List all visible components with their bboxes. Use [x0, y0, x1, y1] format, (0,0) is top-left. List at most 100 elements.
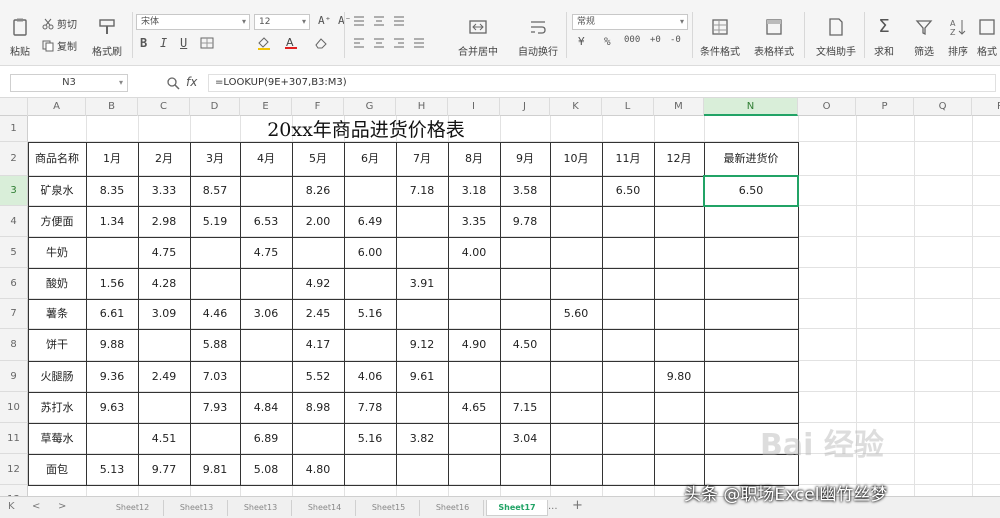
price-cell[interactable]: 8.35	[86, 176, 138, 206]
clear-format-icon[interactable]	[314, 37, 328, 49]
thousands-icon[interactable]: 000	[624, 35, 640, 45]
sheet-tab[interactable]: Sheet15	[358, 500, 420, 516]
price-cell[interactable]: 7.15	[500, 392, 550, 423]
sheet-tab[interactable]: Sheet14	[294, 500, 356, 516]
product-name-cell[interactable]: 酸奶	[28, 268, 86, 299]
product-name-cell[interactable]: 方便面	[28, 206, 86, 237]
header-cell[interactable]: 6月	[344, 142, 396, 176]
price-cell[interactable]: 6.53	[240, 206, 292, 237]
price-cell[interactable]: 4.00	[448, 237, 500, 268]
header-cell[interactable]: 商品名称	[28, 142, 86, 176]
price-cell[interactable]: 9.63	[86, 392, 138, 423]
price-cell[interactable]: 5.19	[190, 206, 240, 237]
product-name-cell[interactable]: 草莓水	[28, 423, 86, 454]
column-header-o[interactable]: O	[798, 98, 856, 116]
header-cell[interactable]: 4月	[240, 142, 292, 176]
price-cell[interactable]: 3.06	[240, 299, 292, 329]
active-cell-cursor[interactable]	[703, 175, 799, 207]
header-cell[interactable]: 11月	[602, 142, 654, 176]
fill-color-icon[interactable]	[256, 36, 272, 50]
doc-helper-button[interactable]: 文档助手	[810, 14, 862, 58]
header-cell[interactable]: 8月	[448, 142, 500, 176]
next-sheet-icon[interactable]: >	[58, 501, 66, 512]
column-header-r[interactable]: R	[972, 98, 1000, 116]
header-cell[interactable]: 1月	[86, 142, 138, 176]
row-header-7[interactable]: 7	[0, 299, 28, 329]
header-cell[interactable]: 10月	[550, 142, 602, 176]
price-cell[interactable]: 3.35	[448, 206, 500, 237]
column-header-e[interactable]: E	[240, 98, 292, 116]
price-cell[interactable]: 6.89	[240, 423, 292, 454]
price-cell[interactable]: 3.09	[138, 299, 190, 329]
sheet-tab[interactable]: Sheet13	[166, 500, 228, 516]
price-cell[interactable]: 2.45	[292, 299, 344, 329]
row-header-3[interactable]: 3	[0, 176, 28, 206]
column-header-h[interactable]: H	[396, 98, 448, 116]
zoom-icon[interactable]	[166, 76, 180, 90]
sheet-tab[interactable]: Sheet12	[102, 500, 164, 516]
price-cell[interactable]: 8.57	[190, 176, 240, 206]
price-cell[interactable]: 9.61	[396, 361, 448, 392]
row-header-10[interactable]: 10	[0, 392, 28, 423]
price-cell[interactable]: 9.78	[500, 206, 550, 237]
wrap-text-button[interactable]: 自动换行	[512, 14, 564, 58]
product-name-cell[interactable]: 面包	[28, 454, 86, 485]
price-cell[interactable]: 2.49	[138, 361, 190, 392]
price-cell[interactable]: 4.51	[138, 423, 190, 454]
price-cell[interactable]: 9.80	[654, 361, 704, 392]
price-cell[interactable]: 3.82	[396, 423, 448, 454]
price-cell[interactable]: 2.98	[138, 206, 190, 237]
row-header-5[interactable]: 5	[0, 237, 28, 268]
vertical-align-icons[interactable]	[352, 14, 412, 28]
row-header-13[interactable]: 13	[0, 485, 28, 496]
font-grow-button[interactable]: A⁺	[318, 14, 331, 27]
price-cell[interactable]: 4.80	[292, 454, 344, 485]
price-cell[interactable]: 7.03	[190, 361, 240, 392]
row-header-12[interactable]: 12	[0, 454, 28, 485]
price-cell[interactable]: 5.16	[344, 299, 396, 329]
increase-decimal-icon[interactable]: +0	[650, 35, 661, 45]
product-name-cell[interactable]: 薯条	[28, 299, 86, 329]
column-header-i[interactable]: I	[448, 98, 500, 116]
conditional-format-button[interactable]: 条件格式	[694, 14, 746, 58]
underline-button[interactable]: U	[180, 36, 187, 50]
paste-button[interactable]: 粘贴	[4, 14, 36, 58]
header-cell[interactable]: 3月	[190, 142, 240, 176]
border-icon[interactable]	[200, 37, 214, 49]
price-cell[interactable]: 9.77	[138, 454, 190, 485]
price-cell[interactable]: 5.60	[550, 299, 602, 329]
price-cell[interactable]: 3.91	[396, 268, 448, 299]
price-cell[interactable]: 4.75	[138, 237, 190, 268]
formula-input[interactable]: =LOOKUP(9E+307,B3:M3)	[208, 74, 996, 92]
header-cell[interactable]: 9月	[500, 142, 550, 176]
row-header-11[interactable]: 11	[0, 423, 28, 454]
price-cell[interactable]: 8.98	[292, 392, 344, 423]
price-cell[interactable]: 4.90	[448, 329, 500, 361]
price-cell[interactable]: 4.75	[240, 237, 292, 268]
header-cell[interactable]: 最新进货价	[704, 142, 798, 176]
table-style-button[interactable]: 表格样式	[748, 14, 800, 58]
column-header-k[interactable]: K	[550, 98, 602, 116]
price-cell[interactable]: 3.04	[500, 423, 550, 454]
column-header-g[interactable]: G	[344, 98, 396, 116]
header-cell[interactable]: 12月	[654, 142, 704, 176]
price-cell[interactable]: 8.26	[292, 176, 344, 206]
price-cell[interactable]: 4.17	[292, 329, 344, 361]
header-cell[interactable]: 7月	[396, 142, 448, 176]
italic-button[interactable]: I	[160, 36, 167, 50]
sheet-tab[interactable]: Sheet16	[422, 500, 484, 516]
price-cell[interactable]: 5.13	[86, 454, 138, 485]
number-format-select[interactable]: 常规 ▾	[572, 14, 688, 30]
price-cell[interactable]: 3.18	[448, 176, 500, 206]
column-header-m[interactable]: M	[654, 98, 704, 116]
price-cell[interactable]: 4.46	[190, 299, 240, 329]
row-header-6[interactable]: 6	[0, 268, 28, 299]
price-cell[interactable]: 9.12	[396, 329, 448, 361]
more-sheets-button[interactable]: ...	[548, 501, 558, 512]
decrease-decimal-icon[interactable]: -0	[670, 35, 681, 45]
sheet-tab[interactable]: Sheet13	[230, 500, 292, 516]
header-cell[interactable]: 2月	[138, 142, 190, 176]
price-cell[interactable]: 4.92	[292, 268, 344, 299]
merge-center-button[interactable]: 合并居中	[452, 14, 504, 58]
price-cell[interactable]: 5.88	[190, 329, 240, 361]
